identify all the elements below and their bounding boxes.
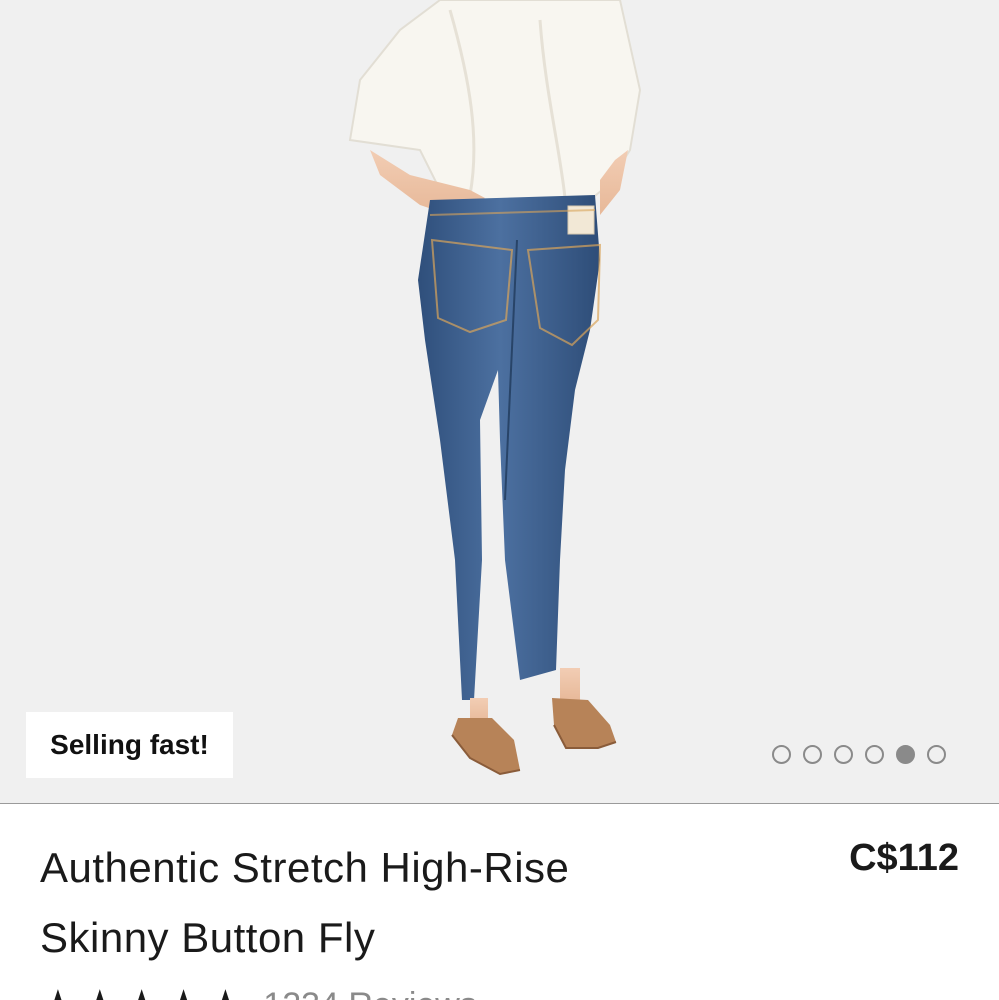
- carousel-dot-3[interactable]: [834, 745, 853, 764]
- selling-fast-badge: Selling fast!: [26, 712, 233, 778]
- product-rating[interactable]: ★ ★ ★ ★ ★ 1234 Reviews: [40, 985, 477, 1000]
- carousel-pagination: [772, 745, 946, 764]
- carousel-dot-2[interactable]: [803, 745, 822, 764]
- carousel-dot-6[interactable]: [927, 745, 946, 764]
- carousel-dot-5-active[interactable]: [896, 745, 915, 764]
- star-icon: ★: [207, 985, 243, 1000]
- star-icon: ★: [82, 985, 118, 1000]
- carousel-dot-1[interactable]: [772, 745, 791, 764]
- product-photo: [348, 0, 642, 776]
- review-count-link[interactable]: 1234 Reviews: [263, 988, 477, 1000]
- product-info: Authentic Stretch High-Rise Skinny Butto…: [0, 805, 999, 1000]
- product-title-line-2: Skinny Button Fly: [40, 914, 376, 961]
- star-icon: ★: [166, 985, 202, 1000]
- star-icon: ★: [40, 985, 76, 1000]
- product-image-carousel[interactable]: Selling fast!: [0, 0, 999, 804]
- badge-label: Selling fast!: [50, 729, 209, 760]
- star-icon: ★: [124, 985, 160, 1000]
- carousel-dot-4[interactable]: [865, 745, 884, 764]
- product-title: Authentic Stretch High-Rise Skinny Butto…: [40, 833, 740, 973]
- product-price: C$112: [849, 837, 959, 879]
- product-title-line-1: Authentic Stretch High-Rise: [40, 844, 570, 891]
